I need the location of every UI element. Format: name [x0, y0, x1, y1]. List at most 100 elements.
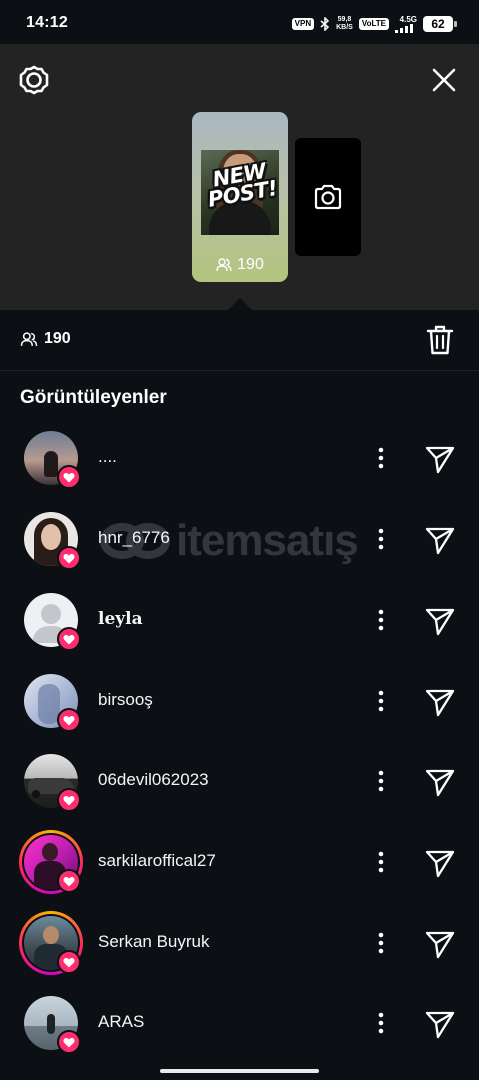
avatar[interactable]	[24, 754, 81, 812]
more-options-button[interactable]	[372, 767, 390, 795]
add-story-button[interactable]	[295, 138, 361, 256]
viewer-username[interactable]: 06devil062023	[98, 770, 209, 790]
send-icon	[425, 931, 455, 959]
viewer-row[interactable]: ARAS	[0, 996, 479, 1077]
avatar[interactable]	[24, 996, 81, 1054]
send-icon	[425, 446, 455, 474]
viewer-row[interactable]: 06devil062023	[0, 754, 479, 835]
send-icon	[425, 769, 455, 797]
send-message-button[interactable]	[424, 1008, 456, 1040]
status-bar: 14:12 VPN 59,8 KB/S VoLTE 4.5G 62	[0, 0, 479, 44]
heart-icon	[63, 472, 75, 482]
more-options-button[interactable]	[372, 929, 390, 957]
heart-icon	[63, 715, 75, 725]
more-vertical-icon	[378, 1012, 384, 1034]
more-options-button[interactable]	[372, 1009, 390, 1037]
like-badge	[57, 788, 81, 812]
more-vertical-icon	[378, 851, 384, 873]
viewer-count-bar: 190	[0, 310, 479, 371]
bluetooth-icon	[320, 17, 330, 31]
viewer-username[interactable]: birsooş	[98, 690, 153, 710]
heart-icon	[63, 795, 75, 805]
more-vertical-icon	[378, 770, 384, 792]
send-icon	[425, 1011, 455, 1039]
more-vertical-icon	[378, 609, 384, 631]
viewer-row[interactable]: sarkilaroffical27	[0, 830, 479, 916]
avatar[interactable]	[24, 674, 81, 732]
send-message-button[interactable]	[424, 766, 456, 798]
avatar[interactable]	[24, 431, 81, 489]
network-type: 4.5G	[399, 15, 417, 24]
more-vertical-icon	[378, 447, 384, 469]
viewer-row[interactable]: hnr_6776	[0, 512, 479, 593]
viewer-username[interactable]: ARAS	[98, 1012, 144, 1032]
viewer-username[interactable]: leyla	[98, 609, 143, 629]
home-indicator[interactable]	[160, 1069, 319, 1073]
close-icon	[432, 68, 456, 92]
send-icon	[425, 850, 455, 878]
battery-indicator: 62	[423, 16, 457, 32]
send-icon	[425, 689, 455, 717]
send-message-button[interactable]	[424, 605, 456, 637]
like-badge	[57, 950, 81, 974]
story-photo: NEW POST!	[201, 150, 279, 235]
volte-indicator: VoLTE	[358, 18, 389, 30]
gear-icon	[19, 65, 49, 95]
viewer-username[interactable]: sarkilaroffical27	[98, 851, 216, 871]
like-badge	[57, 869, 81, 893]
like-badge	[57, 465, 81, 489]
avatar[interactable]	[24, 512, 81, 570]
trash-icon	[426, 325, 454, 355]
send-message-button[interactable]	[424, 847, 456, 879]
people-icon	[216, 258, 232, 272]
like-badge	[57, 1030, 81, 1054]
avatar[interactable]	[19, 830, 83, 894]
viewer-username[interactable]: hnr_6776	[98, 528, 170, 548]
send-message-button[interactable]	[424, 443, 456, 475]
like-badge	[57, 546, 81, 570]
settings-button[interactable]	[18, 64, 50, 96]
story-thumbnail[interactable]: NEW POST! 190	[192, 112, 288, 282]
more-vertical-icon	[378, 690, 384, 712]
like-badge	[57, 627, 81, 651]
viewer-count: 190	[20, 330, 71, 348]
send-message-button[interactable]	[424, 928, 456, 960]
more-options-button[interactable]	[372, 687, 390, 715]
heart-icon	[63, 634, 75, 644]
network-speed: 59,8 KB/S	[336, 16, 353, 31]
more-options-button[interactable]	[372, 848, 390, 876]
viewers-section-title: Görüntüleyenler	[20, 387, 167, 408]
signal-icon	[395, 24, 413, 33]
viewer-username[interactable]: ....	[98, 447, 117, 467]
viewer-row[interactable]: birsooş	[0, 674, 479, 755]
more-options-button[interactable]	[372, 525, 390, 553]
send-icon	[425, 608, 455, 636]
status-time: 14:12	[26, 14, 68, 31]
close-button[interactable]	[428, 64, 460, 96]
selected-story-pointer	[228, 298, 252, 310]
avatar[interactable]	[19, 911, 83, 975]
viewer-username[interactable]: Serkan Buyruk	[98, 932, 210, 952]
send-icon	[425, 527, 455, 555]
viewer-row[interactable]: leyla	[0, 593, 479, 674]
status-icons: VPN 59,8 KB/S VoLTE 4.5G 62	[291, 14, 457, 34]
story-preview-panel: NEW POST! 190	[0, 44, 479, 310]
more-options-button[interactable]	[372, 444, 390, 472]
avatar[interactable]	[24, 593, 81, 651]
people-icon	[20, 331, 38, 346]
more-vertical-icon	[378, 932, 384, 954]
more-vertical-icon	[378, 528, 384, 550]
vpn-indicator: VPN	[291, 18, 315, 30]
viewer-row[interactable]: Serkan Buyruk	[0, 911, 479, 997]
send-message-button[interactable]	[424, 524, 456, 556]
heart-icon	[63, 876, 75, 886]
new-post-sticker: NEW POST!	[206, 158, 279, 212]
viewer-row[interactable]: ....	[0, 431, 479, 512]
signal-indicator: 4.5G	[395, 15, 417, 33]
like-badge	[57, 708, 81, 732]
send-message-button[interactable]	[424, 686, 456, 718]
more-options-button[interactable]	[372, 606, 390, 634]
story-view-count: 190	[192, 256, 288, 274]
delete-story-button[interactable]	[426, 324, 454, 356]
heart-icon	[63, 553, 75, 563]
